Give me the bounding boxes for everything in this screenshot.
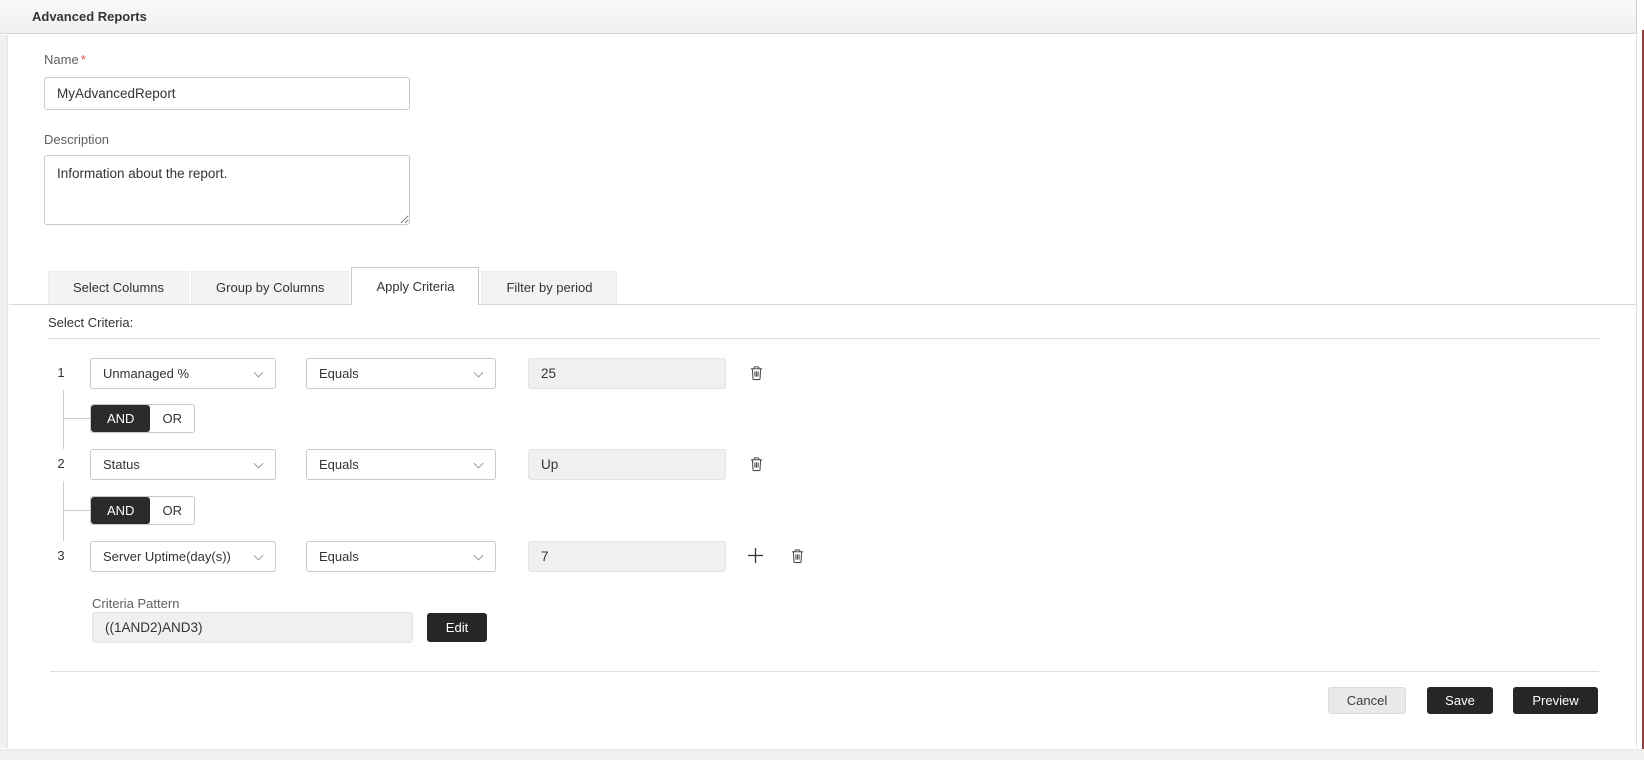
tabs-bar: Select Columns Group by Columns Apply Cr… <box>9 267 1636 305</box>
criteria-row-2-field-value: Status <box>103 457 140 472</box>
criteria-row-2-condition-value: Equals <box>319 457 359 472</box>
operator-1-and-button[interactable]: AND <box>91 405 151 432</box>
footer-divider <box>50 671 1599 672</box>
cancel-button[interactable]: Cancel <box>1328 687 1406 714</box>
tab-select-columns[interactable]: Select Columns <box>48 271 190 304</box>
preview-button[interactable]: Preview <box>1513 687 1598 714</box>
tab-group-by-columns[interactable]: Group by Columns <box>191 271 350 304</box>
bottom-gutter <box>0 749 1644 760</box>
tab-filter-by-period[interactable]: Filter by period <box>481 271 618 304</box>
chevron-down-icon <box>473 458 484 469</box>
operator-2-or-button[interactable]: OR <box>150 497 194 524</box>
operator-1-or-button[interactable]: OR <box>150 405 194 432</box>
scroll-track-line <box>1636 35 1637 748</box>
chevron-down-icon <box>253 458 264 469</box>
criteria-row-1-field-value: Unmanaged % <box>103 366 189 381</box>
criteria-row-3-field-value: Server Uptime(day(s)) <box>103 549 231 564</box>
connector-line <box>64 510 90 511</box>
criteria-row-1-value-input[interactable] <box>528 358 726 389</box>
select-criteria-label: Select Criteria: <box>48 315 134 330</box>
criteria-row-1-field-select[interactable]: Unmanaged % <box>90 358 276 389</box>
chevron-down-icon <box>473 550 484 561</box>
trash-icon <box>750 457 762 472</box>
left-gutter <box>0 35 8 748</box>
criteria-add-row-button[interactable] <box>744 544 766 566</box>
description-textarea[interactable]: Information about the report. <box>44 155 410 225</box>
criteria-row-2-field-select[interactable]: Status <box>90 449 276 480</box>
criteria-row-2-condition-select[interactable]: Equals <box>306 449 496 480</box>
operator-toggle-2: AND OR <box>90 496 195 525</box>
chevron-down-icon <box>253 367 264 378</box>
criteria-divider <box>48 338 1600 339</box>
criteria-row-1-condition-select[interactable]: Equals <box>306 358 496 389</box>
criteria-row-3-field-select[interactable]: Server Uptime(day(s)) <box>90 541 276 572</box>
description-label: Description <box>44 132 109 147</box>
window-titlebar: Advanced Reports <box>0 0 1637 34</box>
name-label-text: Name <box>44 52 79 67</box>
criteria-row-3-value-input[interactable] <box>528 541 726 572</box>
save-button[interactable]: Save <box>1427 687 1493 714</box>
edit-pattern-button[interactable]: Edit <box>427 613 487 642</box>
tab-apply-criteria[interactable]: Apply Criteria <box>351 267 480 305</box>
criteria-row-2-value-input[interactable] <box>528 449 726 480</box>
criteria-row-2-delete-button[interactable] <box>745 453 767 475</box>
criteria-row-1-condition-value: Equals <box>319 366 359 381</box>
required-asterisk: * <box>80 52 86 67</box>
name-input[interactable] <box>44 77 410 110</box>
connector-line <box>64 418 90 419</box>
trash-icon <box>750 366 762 381</box>
plus-icon <box>747 547 763 563</box>
operator-toggle-1: AND OR <box>90 404 195 433</box>
criteria-row-3-condition-select[interactable]: Equals <box>306 541 496 572</box>
criteria-pattern-input[interactable] <box>92 612 413 643</box>
advanced-reports-page: Advanced Reports Name* Description Infor… <box>0 0 1644 760</box>
name-label: Name * <box>44 52 86 67</box>
trash-icon <box>791 549 803 564</box>
page-title: Advanced Reports <box>32 9 147 24</box>
operator-2-and-button[interactable]: AND <box>91 497 151 524</box>
connector-line <box>63 390 64 449</box>
connector-line <box>63 481 64 541</box>
chevron-down-icon <box>473 367 484 378</box>
criteria-row-3-index: 3 <box>57 548 65 563</box>
criteria-pattern-label: Criteria Pattern <box>92 596 180 611</box>
criteria-row-1-delete-button[interactable] <box>745 362 767 384</box>
criteria-row-1-index: 1 <box>57 365 65 380</box>
chevron-down-icon <box>253 550 264 561</box>
criteria-row-3-delete-button[interactable] <box>786 545 808 567</box>
description-label-text: Description <box>44 132 110 147</box>
criteria-row-2-index: 2 <box>57 456 65 471</box>
criteria-row-3-condition-value: Equals <box>319 549 359 564</box>
